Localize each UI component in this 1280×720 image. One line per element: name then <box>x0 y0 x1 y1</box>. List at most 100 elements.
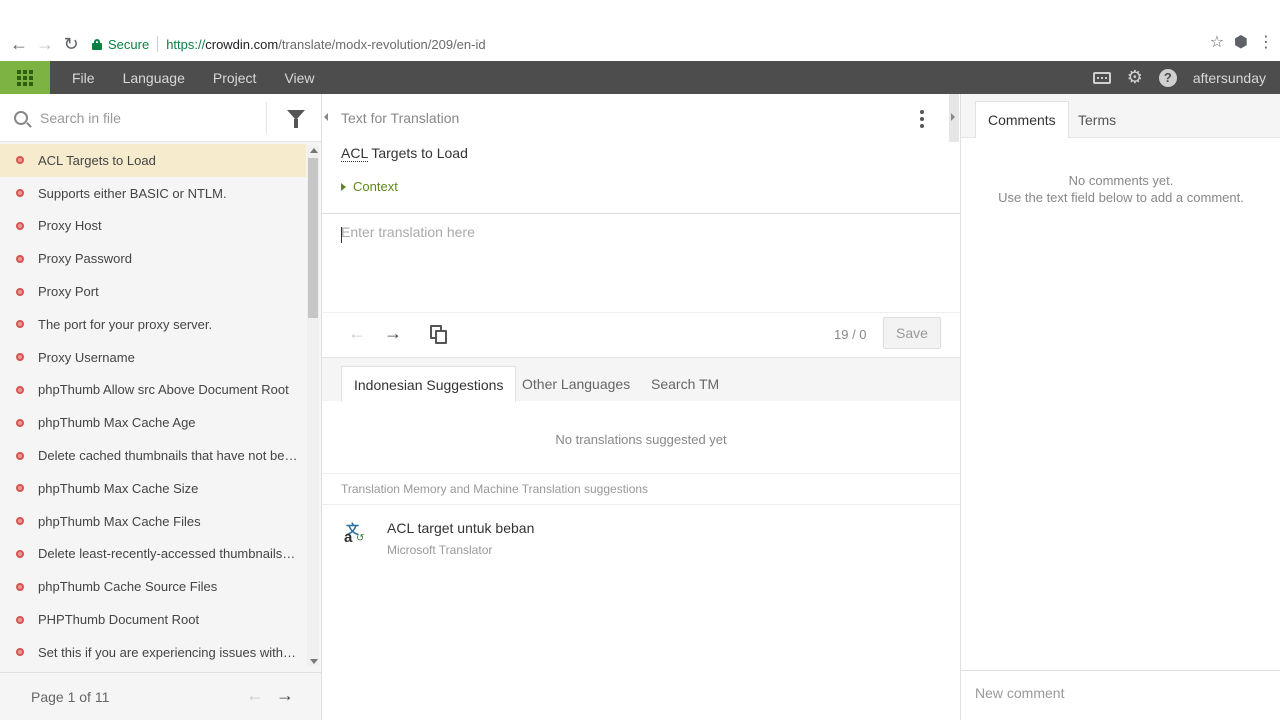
untranslated-dot-icon <box>16 221 24 230</box>
prev-page-arrow-icon[interactable]: ← <box>246 685 264 706</box>
empty-comments-line2: Use the text field below to add a commen… <box>998 190 1244 205</box>
suggestion-tabs: Indonesian Suggestions Other Languages S… <box>322 357 960 402</box>
address-bar[interactable]: Secure https://crowdin.com/translate/mod… <box>88 32 1218 56</box>
tab-other-languages[interactable]: Other Languages <box>510 366 642 402</box>
empty-suggestions: No translations suggested yet <box>555 432 727 447</box>
comments-tabs: Comments Terms <box>961 94 1280 138</box>
lock-icon <box>92 38 102 50</box>
bookmark-star-icon[interactable]: ☆ <box>1210 32 1224 52</box>
list-item[interactable]: phpThumb Max Cache Age <box>0 406 306 439</box>
secure-label: Secure <box>108 36 150 52</box>
untranslated-dot-icon <box>16 451 24 460</box>
untranslated-dot-icon <box>16 484 24 493</box>
search-icon <box>14 110 28 125</box>
untranslated-dot-icon <box>16 287 24 296</box>
untranslated-dot-icon <box>16 648 24 657</box>
list-item[interactable]: Supports either BASIC or NTLM. <box>0 177 306 210</box>
suggestion-text[interactable]: ACL target untuk beban <box>387 520 534 536</box>
untranslated-dot-icon <box>16 582 24 591</box>
next-string-arrow-icon[interactable]: → <box>384 323 402 344</box>
save-button[interactable]: Save <box>883 317 941 349</box>
browser-menu-icon[interactable]: ⋮ <box>1258 32 1274 52</box>
list-item[interactable]: Proxy Username <box>0 341 306 374</box>
context-toggle[interactable]: Context <box>341 179 398 194</box>
comments-panel: Comments Terms No comments yet. Use the … <box>960 94 1280 720</box>
tab-comments[interactable]: Comments <box>975 101 1069 138</box>
scroll-down-icon[interactable] <box>310 659 318 664</box>
list-item[interactable]: Proxy Port <box>0 275 306 308</box>
editor-panel: Text for Translation ACL Targets to Load… <box>322 94 960 720</box>
source-text: ACL Targets to Load <box>341 145 468 162</box>
keyboard-icon[interactable] <box>1092 71 1111 84</box>
comment-box <box>961 670 1280 720</box>
list-item[interactable]: phpThumb Allow src Above Document Root <box>0 374 306 407</box>
untranslated-dot-icon <box>16 353 24 362</box>
list-item[interactable]: phpThumb Cache Source Files <box>0 570 306 603</box>
list-item[interactable]: The port for your proxy server. <box>0 308 306 341</box>
empty-comments-line1: No comments yet. <box>1068 173 1174 188</box>
machine-translation-icon: 文 a ↺ <box>344 522 365 546</box>
source-header: Text for Translation <box>341 110 460 126</box>
list-item[interactable]: phpThumb Max Cache Files <box>0 505 306 538</box>
collapse-right-icon[interactable] <box>951 113 955 121</box>
list-item[interactable]: Set this if you are experiencing issues … <box>0 636 306 669</box>
prev-string-arrow-icon[interactable]: ← <box>348 323 366 344</box>
untranslated-dot-icon <box>16 615 24 624</box>
menu-file[interactable]: File <box>58 70 109 86</box>
forward-arrow-icon[interactable]: → <box>32 31 58 57</box>
empty-comments: No comments yet. Use the text field belo… <box>961 172 1280 206</box>
new-comment-input[interactable] <box>975 685 1265 701</box>
url-host: crowdin.com <box>205 36 279 52</box>
menu-project[interactable]: Project <box>199 70 271 86</box>
back-arrow-icon[interactable]: ← <box>6 31 32 57</box>
url-path: /translate/modx-revolution/209/en-id <box>278 36 486 52</box>
help-icon[interactable]: ? <box>1158 68 1177 87</box>
list-item[interactable]: Proxy Host <box>0 210 306 243</box>
char-counter: 19 / 0 <box>834 327 867 342</box>
search-row <box>0 94 321 142</box>
app-menu-bar: File Language Project View ⚙ ? aftersund… <box>0 61 1280 94</box>
context-label: Context <box>353 179 398 194</box>
scroll-thumb[interactable] <box>308 158 318 318</box>
untranslated-dot-icon <box>16 517 24 526</box>
list-item[interactable]: phpThumb Max Cache Size <box>0 472 306 505</box>
search-input[interactable] <box>40 109 240 126</box>
apps-grid-button[interactable] <box>0 61 50 94</box>
reload-icon[interactable]: ↻ <box>58 31 84 57</box>
list-item[interactable]: ACL Targets to Load <box>0 144 306 177</box>
filter-icon[interactable] <box>287 110 305 128</box>
caret-right-icon <box>341 182 346 191</box>
string-list: ACL Targets to Load Supports either BASI… <box>0 144 306 669</box>
grid-icon <box>17 69 33 86</box>
tab-search-tm[interactable]: Search TM <box>639 366 731 402</box>
untranslated-dot-icon <box>16 156 24 165</box>
collapse-left-icon[interactable] <box>324 113 328 121</box>
next-page-arrow-icon[interactable]: → <box>276 685 294 706</box>
extension-icon[interactable]: ⬢ <box>1234 32 1248 52</box>
more-options-icon[interactable] <box>920 110 924 128</box>
untranslated-dot-icon <box>16 385 24 394</box>
untranslated-dot-icon <box>16 254 24 263</box>
untranslated-dot-icon <box>16 189 24 198</box>
editor-toolbar: ← → 19 / 0 Save <box>322 312 960 358</box>
username[interactable]: aftersunday <box>1193 70 1266 86</box>
menu-language[interactable]: Language <box>109 70 199 86</box>
list-item[interactable]: PHPThumb Document Root <box>0 603 306 636</box>
translation-input[interactable] <box>341 224 941 304</box>
untranslated-dot-icon <box>16 320 24 329</box>
strings-sidebar: ACL Targets to Load Supports either BASI… <box>0 94 322 720</box>
menu-view[interactable]: View <box>270 70 328 86</box>
scroll-up-icon[interactable] <box>310 148 318 153</box>
list-item[interactable]: Delete least-recently-accessed thumbnail… <box>0 538 306 571</box>
list-item[interactable]: Delete cached thumbnails that have not b… <box>0 439 306 472</box>
tab-indonesian-suggestions[interactable]: Indonesian Suggestions <box>341 366 517 402</box>
gear-icon[interactable]: ⚙ <box>1127 67 1143 88</box>
tab-terms[interactable]: Terms <box>1066 101 1128 138</box>
list-item[interactable]: Proxy Password <box>0 242 306 275</box>
text-caret <box>341 227 342 243</box>
untranslated-dot-icon <box>16 549 24 558</box>
source-abbr[interactable]: ACL <box>341 145 368 162</box>
tm-header: Translation Memory and Machine Translati… <box>341 482 649 496</box>
copy-source-icon[interactable] <box>430 325 448 345</box>
page-label: Page 1 of 11 <box>31 688 110 705</box>
